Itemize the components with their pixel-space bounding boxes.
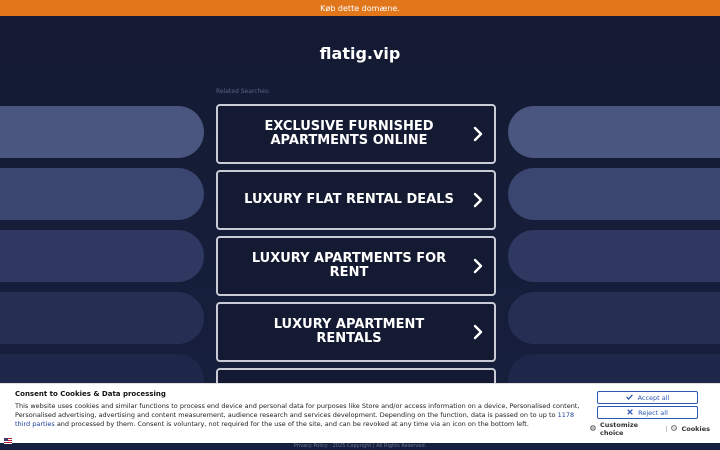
footer-text: Privacy Policy · 2025 Copyright | All Ri… (293, 443, 427, 449)
consent-text-start: This website uses cookies and similar fu… (15, 402, 580, 419)
cookie-icon (671, 425, 678, 433)
decorative-pill (508, 292, 720, 344)
related-search-label: LUXURY FLAT RENTAL DEALS (244, 192, 454, 207)
consent-text-end: and processed by them. Consent is volunt… (54, 420, 529, 428)
related-search-button[interactable]: LUXURY APARTMENTS FOR RENT (216, 236, 496, 296)
cookie-consent-banner: Consent to Cookies & Data processing Thi… (0, 383, 720, 444)
reject-all-button[interactable]: Reject all (597, 406, 698, 419)
accept-all-label: Accept all (637, 393, 670, 402)
buy-domain-banner[interactable]: Køb dette domæne. (0, 0, 720, 16)
related-search-button[interactable]: LUXURY FLAT RENTAL DEALS (216, 170, 496, 230)
chevron-right-icon (462, 324, 494, 340)
decorative-pill (0, 168, 204, 220)
check-icon (625, 393, 633, 402)
related-searches-label: Related Searches: (216, 88, 271, 95)
accept-all-button[interactable]: Accept all (597, 391, 698, 404)
gear-icon (590, 425, 596, 433)
decorative-pill (0, 106, 204, 158)
chevron-right-icon (462, 258, 494, 274)
close-icon (627, 408, 633, 417)
decorative-pill (0, 292, 204, 344)
separator: | (665, 425, 668, 433)
related-search-label: LUXURY APARTMENT RENTALS (273, 317, 425, 346)
related-search-label: EXCLUSIVE FURNISHED APARTMENTS ONLINE (264, 119, 434, 148)
customize-choice-link[interactable]: Customize choice (600, 421, 661, 437)
reject-all-label: Reject all (638, 408, 668, 417)
related-search-button[interactable]: EXCLUSIVE FURNISHED APARTMENTS ONLINE (216, 104, 496, 164)
site-title: flatig.vip (319, 44, 401, 63)
decorative-pill (0, 230, 204, 282)
buy-domain-link[interactable]: Køb dette domæne. (320, 4, 400, 13)
decorative-pill (508, 168, 720, 220)
consent-links: Customize choice | Cookies (590, 421, 710, 437)
cookies-link[interactable]: Cookies (681, 425, 710, 433)
us-flag-icon[interactable] (4, 429, 12, 444)
consent-description: This website uses cookies and similar fu… (15, 402, 585, 429)
decorative-pill (508, 106, 720, 158)
chevron-right-icon (462, 192, 494, 208)
chevron-right-icon (462, 126, 494, 142)
decorative-pill (508, 230, 720, 282)
consent-title: Consent to Cookies & Data processing (15, 390, 166, 398)
related-search-button[interactable]: LUXURY APARTMENT RENTALS (216, 302, 496, 362)
related-search-label: LUXURY APARTMENTS FOR RENT (251, 251, 447, 280)
